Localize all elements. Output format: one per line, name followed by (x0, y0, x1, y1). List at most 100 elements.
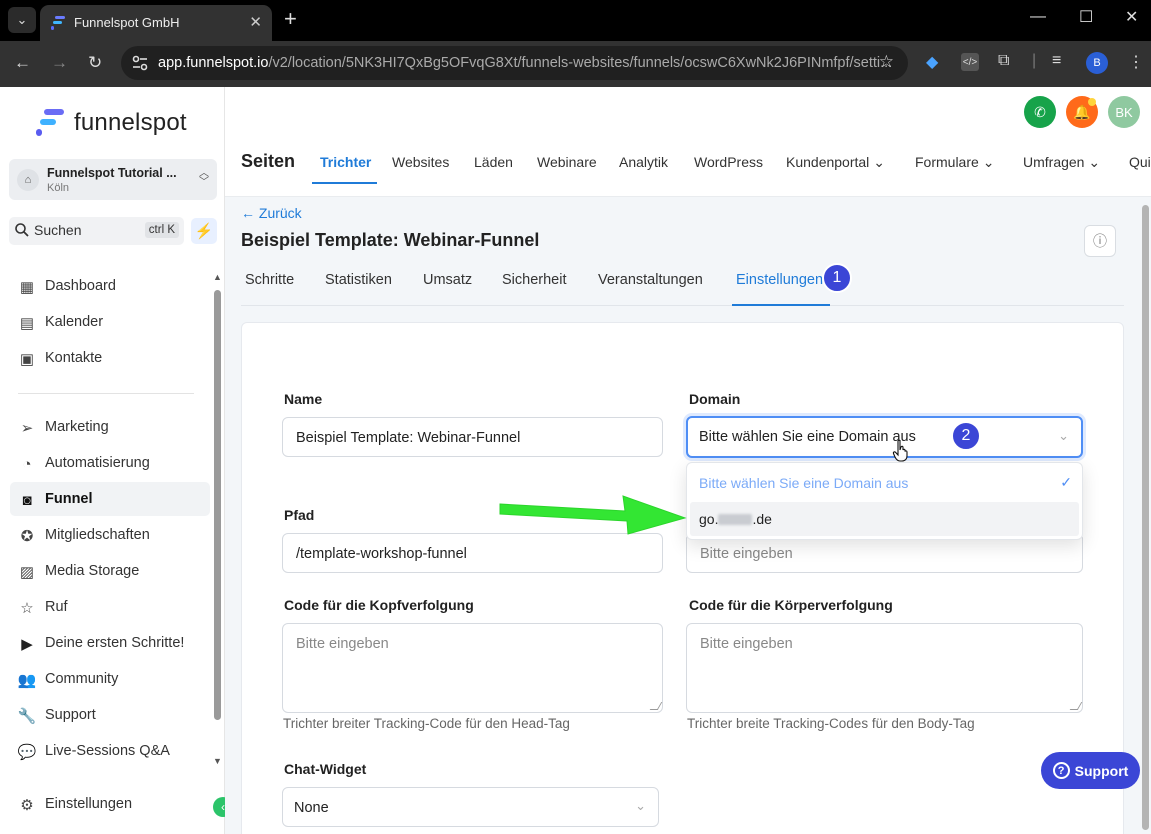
subtabs-divider (241, 305, 1124, 306)
search-label: Suchen (34, 222, 82, 238)
sidebar-item-label: Deine ersten Schritte! (45, 635, 185, 651)
domain-suffix: .de (752, 511, 772, 527)
location-switcher[interactable]: ⌂ Funnelspot Tutorial ... Köln ︿ ﹀ (9, 159, 217, 200)
sidebar-item-label: Ruf (45, 599, 68, 615)
image-icon: ▨ (19, 564, 35, 581)
support-label: Support (1074, 762, 1129, 779)
bookmark-star-icon[interactable]: ☆ (879, 52, 894, 72)
domain-option-go[interactable]: go. .de (690, 502, 1079, 536)
page-scrollbar[interactable] (1142, 205, 1149, 830)
subtab-veranstaltungen[interactable]: Veranstaltungen (598, 272, 703, 288)
body-code-textarea[interactable]: Bitte eingeben (686, 623, 1083, 713)
tab-kundenportal[interactable]: Kundenportal ⌄ (786, 154, 885, 171)
chevron-down-icon: ⌄ (635, 798, 646, 813)
sidebar-item-kontakte[interactable]: ▣ Kontakte (10, 341, 210, 375)
info-button[interactable]: ⓘ (1084, 225, 1116, 257)
tab-quiz[interactable]: Qui (1129, 154, 1151, 170)
domain-select[interactable]: Bitte wählen Sie eine Domain aus ⌄ (686, 416, 1083, 458)
body-code-label: Code für die Körperverfolgung (689, 597, 893, 613)
minimize-icon[interactable]: — (1030, 8, 1046, 26)
path-input[interactable]: /template-workshop-funnel (282, 533, 663, 573)
back-link[interactable]: ← Zurück (241, 205, 302, 221)
tab-trichter[interactable]: Trichter (320, 154, 371, 170)
sidebar-scroll-up-icon[interactable]: ▲ (213, 272, 222, 282)
sidebar-item-community[interactable]: 👥 Community (10, 662, 210, 696)
subtab-sicherheit[interactable]: Sicherheit (502, 272, 566, 288)
phone-call-button[interactable]: ✆ (1024, 96, 1056, 128)
head-code-textarea[interactable]: Bitte eingeben (282, 623, 663, 713)
name-input[interactable]: Beispiel Template: Webinar-Funnel (282, 417, 663, 457)
sidebar-item-ruf[interactable]: ☆ Ruf (10, 590, 210, 624)
window-close-icon[interactable]: ✕ (1125, 7, 1138, 27)
extensions-puzzle-icon[interactable]: ⧉ (998, 52, 1009, 70)
sidebar-scroll-down-icon[interactable]: ▼ (213, 756, 222, 766)
tab-close-icon[interactable]: ✕ (249, 13, 262, 31)
page-title: Beispiel Template: Webinar-Funnel (241, 230, 540, 250)
funnelspot-logo[interactable]: funnelspot (36, 105, 196, 141)
subtab-statistiken[interactable]: Statistiken (325, 272, 392, 288)
sidebar-item-label: Kontakte (45, 350, 103, 366)
profile-avatar[interactable]: B (1086, 52, 1108, 74)
sidebar-item-mitgliedschaften[interactable]: ✪ Mitgliedschaften (10, 518, 210, 552)
name-value: Beispiel Template: Webinar-Funnel (296, 430, 521, 446)
resize-grip-icon[interactable] (649, 702, 663, 710)
site-settings-icon[interactable] (131, 54, 149, 72)
sidebar-item-label: Dashboard (45, 278, 116, 294)
bell-icon: 🔔 (1073, 103, 1091, 120)
calendar-icon: ▤ (19, 315, 35, 332)
sidebar-item-dashboard[interactable]: ▦ Dashboard (10, 269, 210, 303)
subtab-umsatz[interactable]: Umsatz (423, 272, 472, 288)
browser-tab[interactable]: Funnelspot GmbH ✕ (40, 5, 272, 41)
head-code-hint: Trichter breiter Tracking-Code für den H… (283, 716, 570, 731)
search-shortcut: ctrl K (144, 222, 179, 238)
tab-laeden[interactable]: Läden (474, 154, 513, 170)
extension-code-icon[interactable]: </> (961, 53, 979, 71)
tab-title: Funnelspot GmbH (74, 15, 180, 30)
tab-wordpress[interactable]: WordPress (694, 154, 763, 170)
sidebar-item-kalender[interactable]: ▤ Kalender (10, 305, 210, 339)
sidebar-item-label: Live-Sessions Q&A (45, 743, 170, 759)
browser-menu-icon[interactable]: ⋮ (1128, 52, 1144, 72)
sidebar-item-live-sessions[interactable]: 💬 Live-Sessions Q&A (10, 734, 210, 768)
path-label: Pfad (284, 507, 315, 523)
chat-bubbles-icon: 💬 (17, 744, 37, 761)
name-label: Name (284, 391, 323, 407)
sidebar-item-media-storage[interactable]: ▨ Media Storage (10, 554, 210, 588)
maximize-icon[interactable]: ☐ (1079, 7, 1093, 27)
chat-widget-value: None (294, 800, 329, 816)
tab-formulare[interactable]: Formulare ⌄ (915, 154, 994, 171)
sidebar-item-einstellungen[interactable]: ⚙ Einstellungen (10, 787, 210, 821)
tab-websites[interactable]: Websites (392, 154, 449, 170)
address-bar[interactable]: app.funnelspot.io/v2/location/5NK3HI7QxB… (121, 46, 908, 80)
back-arrow-icon[interactable]: ← (14, 53, 31, 73)
step-badge-1: 1 (822, 263, 852, 293)
resize-grip-icon[interactable] (1069, 702, 1083, 710)
reload-icon[interactable]: ↻ (88, 53, 102, 73)
forward-arrow-icon[interactable]: → (51, 53, 68, 73)
sidebar-scrollbar[interactable] (214, 290, 221, 720)
chat-widget-select[interactable]: None ⌄ (282, 787, 659, 827)
new-tab-button[interactable]: + (284, 6, 297, 32)
tab-webinare[interactable]: Webinare (537, 154, 597, 170)
sidebar-item-label: Community (45, 671, 119, 687)
quick-actions-bolt-icon[interactable]: ⚡ (191, 218, 217, 244)
sidebar-item-label: Mitgliedschaften (45, 527, 150, 543)
sidebar-item-support[interactable]: 🔧 Support (10, 698, 210, 732)
subtab-schritte[interactable]: Schritte (245, 272, 294, 288)
sidebar-search[interactable]: Suchen ctrl K (9, 217, 184, 245)
sidebar-item-erste-schritte[interactable]: ▶ Deine ersten Schritte! (10, 626, 210, 660)
tab-search-button[interactable]: ⌄ (8, 7, 36, 33)
user-avatar[interactable]: BK (1108, 96, 1140, 128)
support-chat-button[interactable]: ? Support (1041, 752, 1140, 789)
media-controls-icon[interactable]: ≡ (1052, 52, 1061, 70)
contacts-icon: ▣ (19, 351, 35, 368)
subtab-einstellungen[interactable]: Einstellungen (736, 272, 823, 288)
domain-option-placeholder[interactable]: Bitte wählen Sie eine Domain aus ✓ (687, 466, 1082, 500)
tab-analytik[interactable]: Analytik (619, 154, 668, 170)
extension-shield-icon[interactable]: ◆ (926, 52, 938, 72)
url-host: app.funnelspot.io (158, 55, 269, 71)
tab-umfragen[interactable]: Umfragen ⌄ (1023, 154, 1100, 171)
sidebar-item-funnel[interactable]: ◙ Funnel (10, 482, 210, 516)
sidebar-item-automatisierung[interactable]: ◔ Automatisierung (10, 446, 210, 480)
sidebar-item-marketing[interactable]: ➢ Marketing (10, 410, 210, 444)
